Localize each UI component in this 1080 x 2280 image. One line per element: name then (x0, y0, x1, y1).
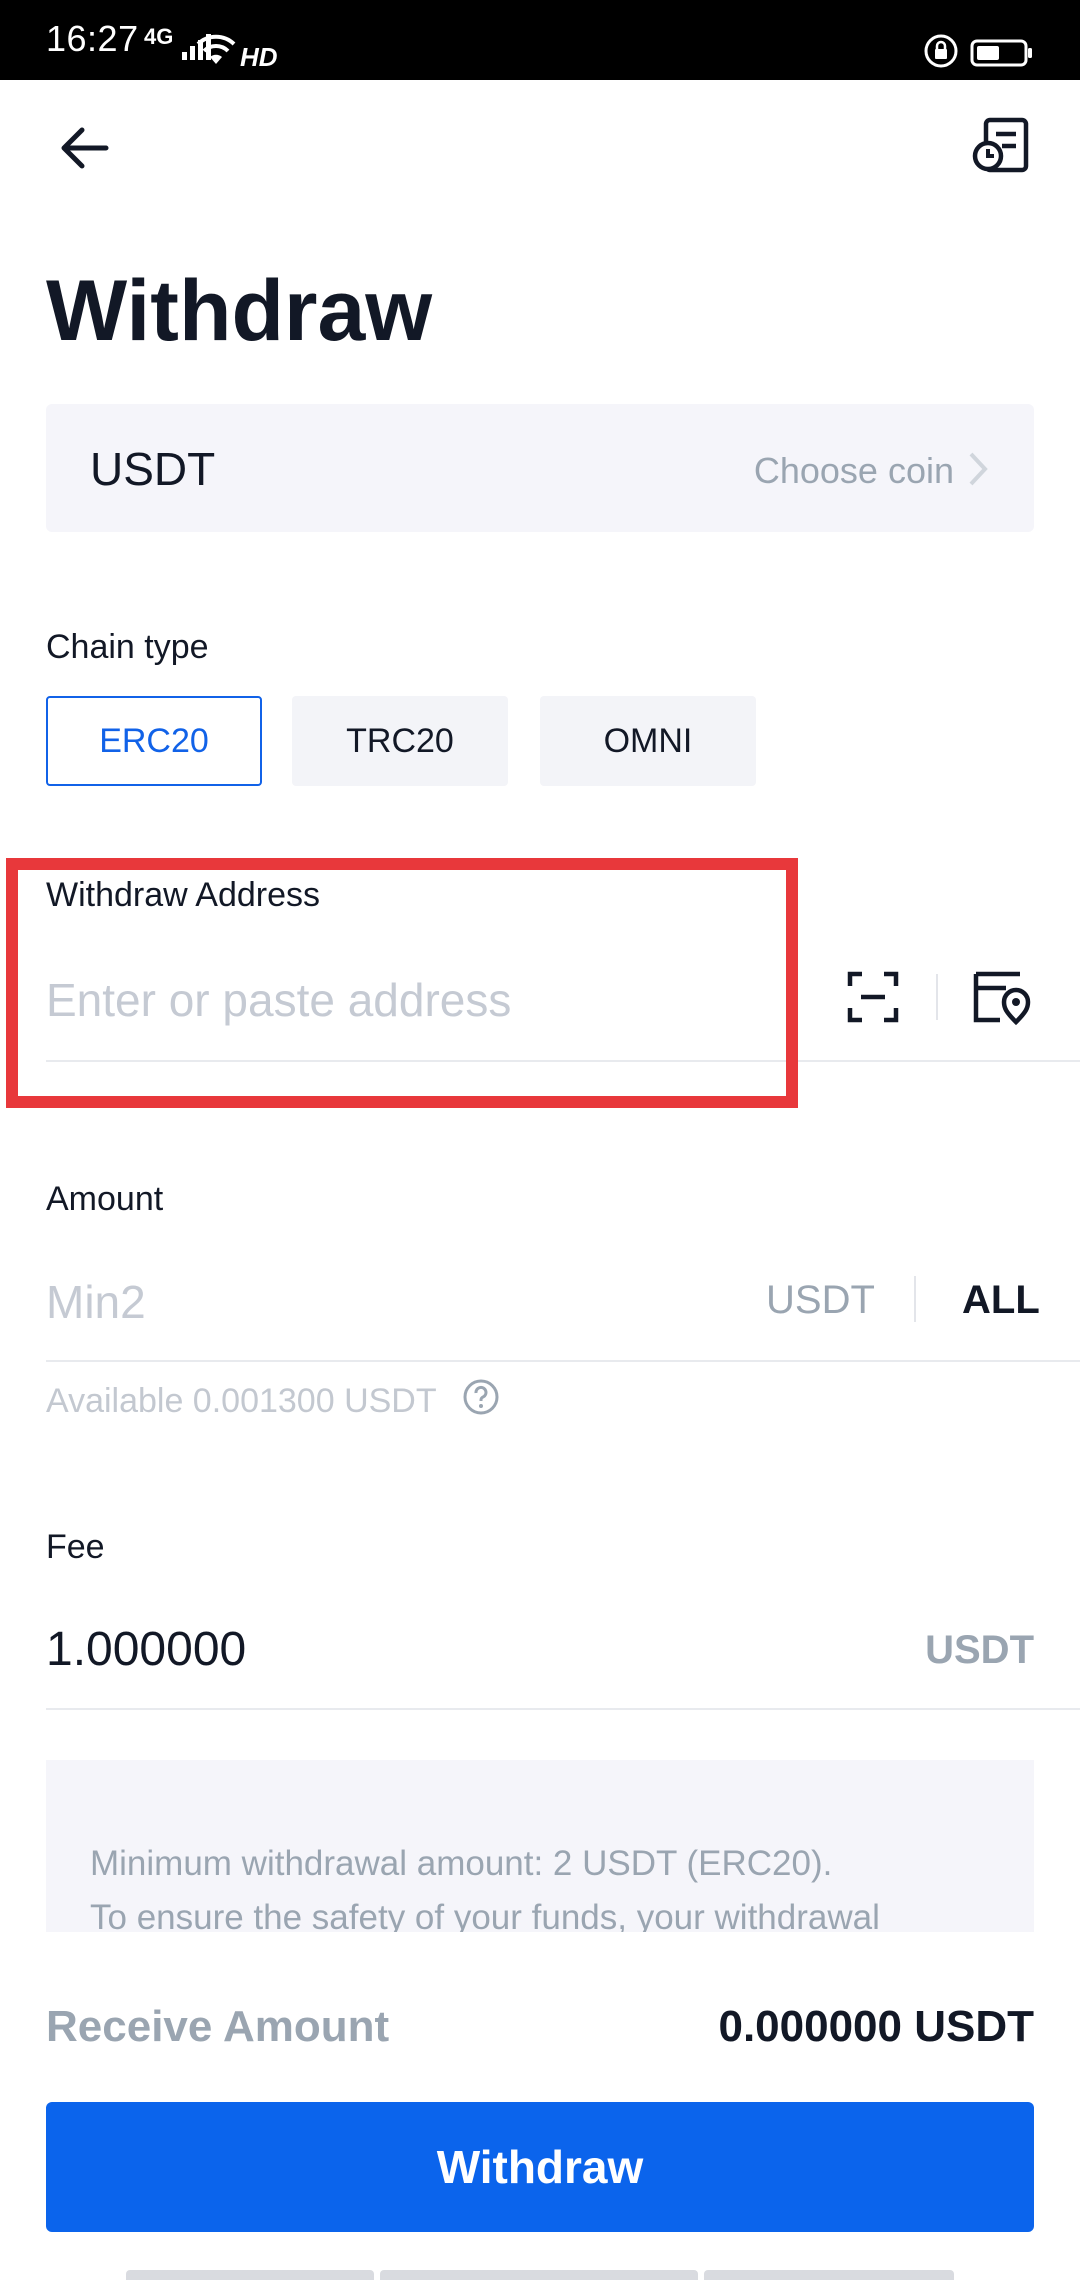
battery-icon (970, 39, 1032, 67)
amount-underline (46, 1360, 1080, 1362)
amount-unit: USDT (766, 1278, 875, 1322)
address-book-icon[interactable] (970, 968, 1032, 1026)
highlight-box (6, 858, 798, 1108)
chevron-right-icon (969, 452, 988, 486)
keyboard-hint (704, 2270, 954, 2280)
chain-option-erc20[interactable]: ERC20 (46, 696, 262, 786)
keyboard-hint (380, 2270, 698, 2280)
withdrawal-notice: Minimum withdrawal amount: 2 USDT (ERC20… (46, 1760, 1034, 1932)
notice-line: To ensure the safety of your funds, your… (90, 1898, 880, 1932)
chain-option-omni[interactable]: OMNI (540, 696, 756, 786)
selected-coin: USDT (90, 443, 216, 495)
chain-type-label: Chain type (46, 628, 209, 666)
coin-selector[interactable]: USDT Choose coin (46, 404, 1034, 532)
network-type: 4G (144, 24, 174, 49)
wifi-icon (196, 34, 236, 64)
receive-amount-value: 0.000000 USDT (718, 2002, 1034, 2051)
hd-indicator: HD (240, 42, 278, 72)
amount-divider (914, 1276, 916, 1322)
orientation-lock-icon (924, 34, 958, 68)
fee-value: 1.000000 (46, 1623, 247, 1676)
help-question-icon[interactable] (462, 1378, 500, 1416)
amount-input[interactable] (46, 1264, 686, 1340)
chain-option-trc20[interactable]: TRC20 (292, 696, 508, 786)
back-arrow-icon[interactable] (56, 120, 112, 176)
withdraw-history-icon[interactable] (970, 114, 1032, 176)
status-bar: 16:27 4G HD (0, 0, 1080, 80)
receive-amount-label: Receive Amount (46, 2002, 390, 2051)
withdraw-button[interactable]: Withdraw (46, 2102, 1034, 2232)
fee-unit: USDT (925, 1628, 1034, 1672)
amount-label: Amount (46, 1180, 164, 1218)
choose-coin-label: Choose coin (753, 450, 954, 491)
available-balance: Available 0.001300 USDT (46, 1382, 437, 1420)
address-action-divider (936, 974, 938, 1020)
fee-label: Fee (46, 1528, 105, 1566)
notice-line: Minimum withdrawal amount: 2 USDT (ERC20… (90, 1844, 833, 1883)
page-title: Withdraw (46, 263, 433, 359)
status-time: 16:27 (46, 18, 139, 59)
scan-qr-icon[interactable] (846, 970, 900, 1024)
fee-underline (46, 1708, 1080, 1710)
keyboard-hint (126, 2270, 374, 2280)
all-button[interactable]: ALL (962, 1278, 1040, 1323)
